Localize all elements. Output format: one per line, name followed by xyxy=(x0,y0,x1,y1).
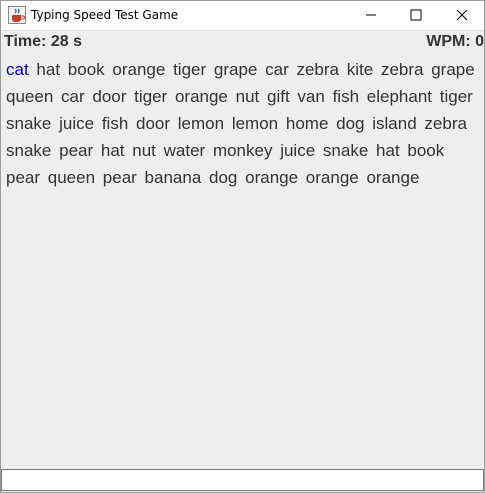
word: orange xyxy=(245,168,299,187)
word: juice xyxy=(59,114,95,133)
typing-input[interactable] xyxy=(1,469,484,491)
word: queen xyxy=(47,168,96,187)
word: kite xyxy=(346,60,374,79)
window-title: Typing Speed Test Game xyxy=(31,8,179,22)
java-app-icon xyxy=(8,6,26,24)
word: lemon xyxy=(177,114,225,133)
word: lemon xyxy=(231,114,279,133)
word: car xyxy=(265,60,289,79)
word: dog xyxy=(336,114,365,133)
word: banana xyxy=(144,168,202,187)
word: door xyxy=(136,114,171,133)
current-word: cat xyxy=(6,60,29,79)
minimize-button[interactable] xyxy=(348,0,394,31)
word: home xyxy=(285,114,329,133)
close-icon xyxy=(456,9,468,21)
word-text-area: cat hat book orange tiger grape car zebr… xyxy=(6,56,481,191)
word: orange xyxy=(112,60,166,79)
word: juice xyxy=(280,141,316,160)
title-bar[interactable]: Typing Speed Test Game xyxy=(0,0,485,31)
word: van xyxy=(297,87,325,106)
word: snake xyxy=(322,141,369,160)
word: zebra xyxy=(380,60,424,79)
word: book xyxy=(407,141,445,160)
word: nut xyxy=(235,87,260,106)
maximize-icon xyxy=(410,9,422,21)
word: zebra xyxy=(424,114,467,133)
word: pear xyxy=(6,168,41,187)
word: orange xyxy=(174,87,228,106)
word: snake xyxy=(6,141,52,160)
word: orange xyxy=(305,168,359,187)
close-button[interactable] xyxy=(439,0,485,31)
word: fish xyxy=(332,87,360,106)
word: hat xyxy=(376,141,400,160)
word: hat xyxy=(100,141,125,160)
word: orange xyxy=(366,168,420,187)
word: pear xyxy=(102,168,137,187)
word: elephant xyxy=(366,87,433,106)
word: tiger xyxy=(173,60,207,79)
word: queen xyxy=(6,87,54,106)
word: tiger xyxy=(439,87,473,106)
maximize-button[interactable] xyxy=(393,0,439,31)
word: book xyxy=(67,60,105,79)
word: water xyxy=(163,141,206,160)
word: grape xyxy=(431,60,475,79)
minimize-icon xyxy=(366,14,376,16)
word: monkey xyxy=(212,141,273,160)
word: door xyxy=(92,87,127,106)
wpm-label: WPM: 0 xyxy=(426,33,484,50)
word: island xyxy=(372,114,417,133)
word: nut xyxy=(132,141,156,160)
word: fish xyxy=(101,114,129,133)
word: dog xyxy=(209,168,238,187)
word: gift xyxy=(267,87,290,106)
word: pear xyxy=(59,141,94,160)
word: car xyxy=(61,87,85,106)
word: grape xyxy=(213,60,258,79)
word: zebra xyxy=(296,60,339,79)
word: tiger xyxy=(134,87,168,106)
time-label: Time: 28 s xyxy=(4,33,82,50)
word: hat xyxy=(36,60,61,79)
word: snake xyxy=(6,114,52,133)
